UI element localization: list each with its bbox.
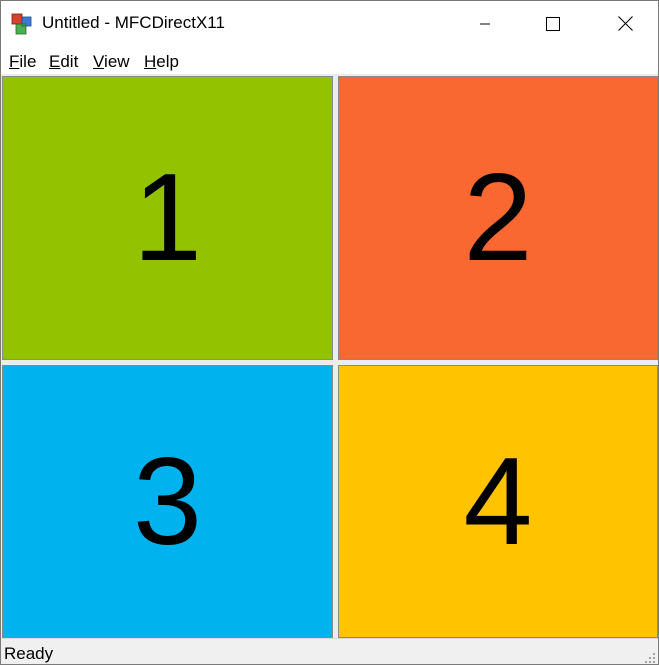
pane-3-number: 3 [133, 432, 202, 571]
status-bar: Ready [1, 638, 658, 664]
maximize-button[interactable] [530, 1, 576, 46]
pane-4-number: 4 [463, 432, 533, 571]
menu-file[interactable]: File [9, 52, 36, 72]
close-button[interactable] [602, 1, 648, 46]
pane-1-number: 1 [133, 149, 202, 287]
pane-2-number: 2 [463, 149, 533, 287]
pane-3[interactable]: 3 [2, 365, 333, 638]
menu-help[interactable]: Help [144, 52, 179, 72]
splitter-view: 1 2 3 4 [1, 74, 658, 638]
mfc-app-icon[interactable] [11, 12, 33, 36]
pane-1[interactable]: 1 [2, 76, 333, 360]
pane-2[interactable]: 2 [338, 76, 658, 360]
pane-4[interactable]: 4 [338, 365, 658, 638]
minimize-icon [479, 18, 491, 30]
window-title: Untitled - MFCDirectX11 [42, 13, 225, 32]
status-text: Ready [4, 644, 54, 663]
close-icon [617, 16, 633, 31]
title-bar[interactable]: Untitled - MFCDirectX11 [1, 1, 658, 46]
menu-edit[interactable]: Edit [49, 52, 78, 72]
minimize-button[interactable] [462, 1, 508, 46]
resize-grip-icon[interactable] [644, 651, 656, 663]
menu-bar: File Edit View Help [1, 46, 658, 74]
maximize-icon [546, 16, 560, 31]
menu-view[interactable]: View [93, 52, 130, 72]
app-window: Untitled - MFCDirectX11 File Edit View H… [0, 0, 659, 665]
